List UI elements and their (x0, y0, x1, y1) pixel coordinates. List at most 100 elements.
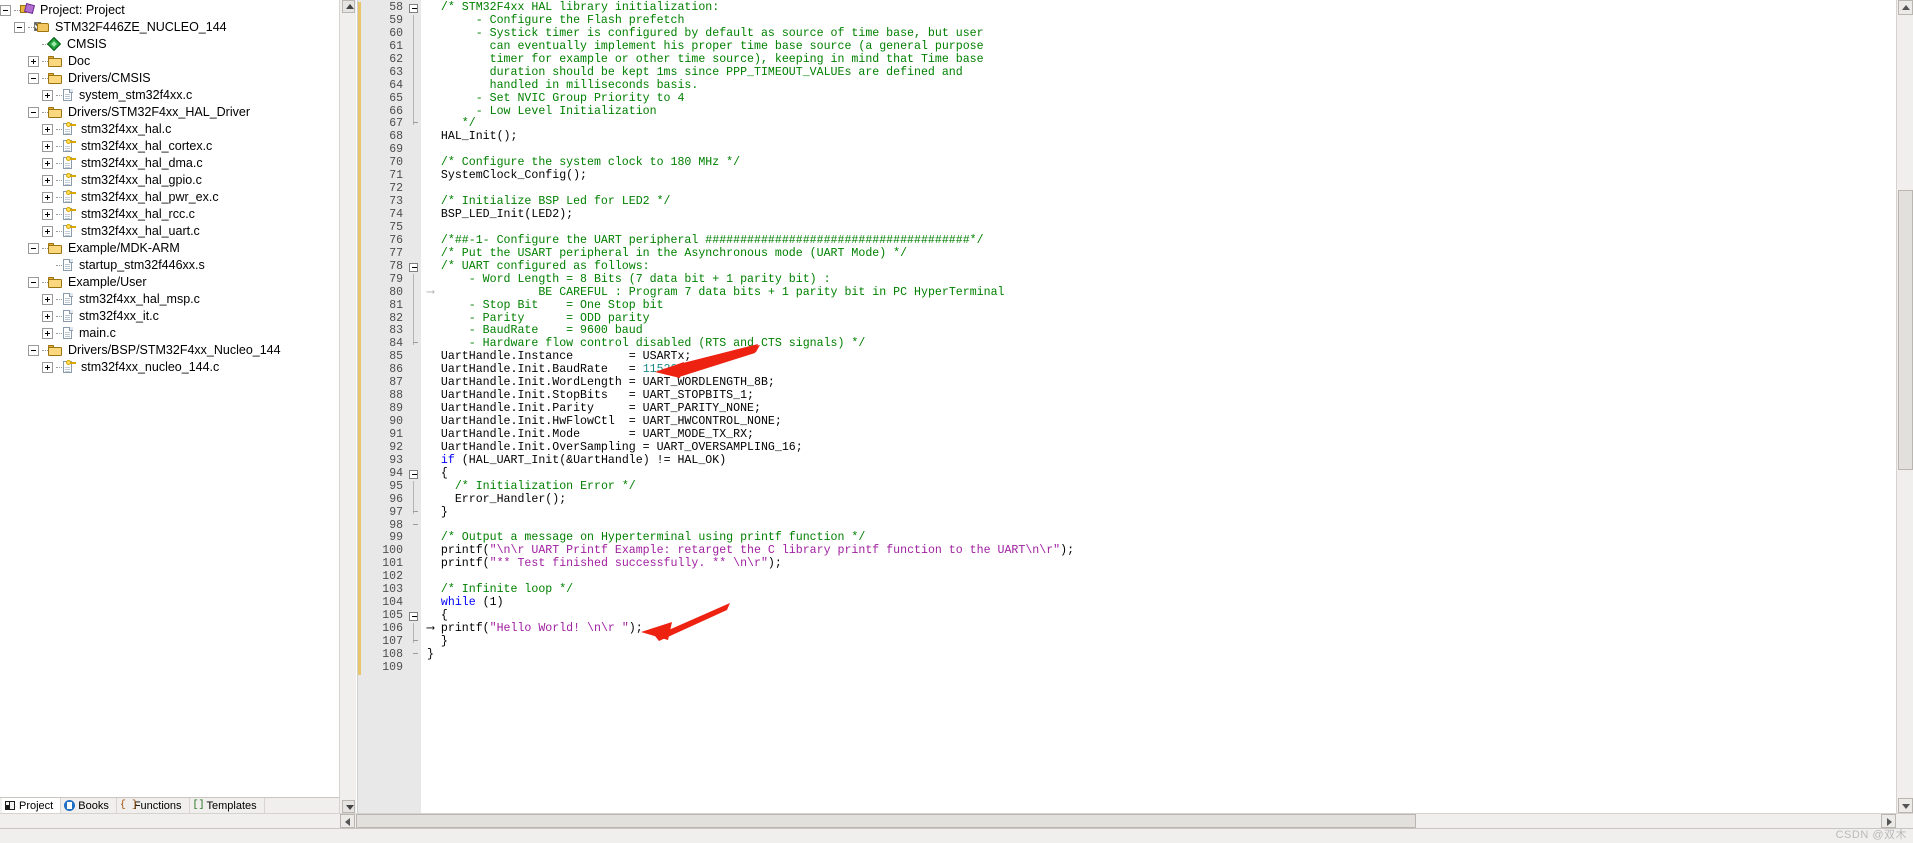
code-line[interactable]: - Parity = ODD parity (427, 312, 1896, 326)
tree-item[interactable]: main.c (0, 325, 339, 342)
tree-item[interactable]: stm32f4xx_hal_rcc.c (0, 206, 339, 223)
code-line[interactable]: ⟶ printf("Hello World! \n\r "); (427, 622, 1896, 636)
fold-cell[interactable] (407, 261, 421, 274)
code-line[interactable]: } (427, 648, 1896, 662)
code-line[interactable]: { (427, 467, 1896, 481)
code-line[interactable]: /* Configure the system clock to 180 MHz… (427, 156, 1896, 170)
tree-item[interactable]: stm32f4xx_hal_dma.c (0, 155, 339, 172)
tree-expand-icon[interactable] (42, 226, 53, 237)
code-folding-column[interactable] (407, 0, 421, 814)
editor-left-scrollbar[interactable] (340, 0, 357, 814)
code-line[interactable]: } (427, 635, 1896, 649)
code-line[interactable] (427, 571, 1896, 584)
vscroll-thumb[interactable] (1898, 190, 1913, 470)
tree-item[interactable]: Drivers/STM32F4xx_HAL_Driver (0, 104, 339, 121)
code-line[interactable]: /* Infinite loop */ (427, 583, 1896, 597)
tree-item[interactable]: stm32f4xx_hal_msp.c (0, 291, 339, 308)
tree-expand-icon[interactable] (42, 311, 53, 322)
fold-cell[interactable] (407, 610, 421, 623)
code-line[interactable]: BSP_LED_Init(LED2); (427, 208, 1896, 222)
tree-item[interactable]: stm32f4xx_hal_uart.c (0, 223, 339, 240)
tree-collapse-icon[interactable] (28, 243, 39, 254)
code-line[interactable]: /* Initialization Error */ (427, 480, 1896, 494)
tree-item[interactable]: STM32F446ZE_NUCLEO_144 (0, 19, 339, 36)
fold-cell[interactable] (407, 2, 421, 15)
tree-item[interactable]: startup_stm32f446xx.s (0, 257, 339, 274)
tree-item[interactable]: Example/User (0, 274, 339, 291)
tree-expand-icon[interactable] (42, 175, 53, 186)
tree-item[interactable]: stm32f4xx_it.c (0, 308, 339, 325)
tree-item[interactable]: stm32f4xx_hal_pwr_ex.c (0, 189, 339, 206)
tree-item[interactable]: stm32f4xx_hal.c (0, 121, 339, 138)
code-line[interactable] (427, 662, 1896, 675)
tree-expand-icon[interactable] (42, 294, 53, 305)
pane-tab-books[interactable]: Books (61, 798, 117, 814)
code-line[interactable]: printf("** Test finished successfully. *… (427, 557, 1896, 571)
tree-collapse-icon[interactable] (14, 22, 25, 33)
code-line[interactable]: HAL_Init(); (427, 130, 1896, 144)
code-line[interactable]: while (1) (427, 596, 1896, 610)
fold-cell (407, 558, 421, 571)
project-pane-tabstrip[interactable]: Project Books{ } Functions[] Templates (0, 797, 339, 814)
pane-tab-templates[interactable]: [] Templates (190, 798, 265, 814)
tree-item[interactable]: stm32f4xx_hal_cortex.c (0, 138, 339, 155)
fold-collapse-icon[interactable] (409, 612, 418, 622)
tree-expand-icon[interactable] (28, 56, 39, 67)
tree-item[interactable]: CMSIS (0, 36, 339, 53)
tree-item[interactable]: Project: Project (0, 2, 339, 19)
pane-tab-functions[interactable]: { } Functions (117, 798, 190, 814)
pane-tab-project[interactable]: Project (2, 798, 62, 814)
tree-collapse-icon[interactable] (28, 107, 39, 118)
project-tree[interactable]: Project: Project STM32F446ZE_NUCLEO_144 CM… (0, 0, 339, 797)
tree-collapse-icon[interactable] (28, 277, 39, 288)
fold-cell (407, 635, 421, 649)
code-line[interactable]: SystemClock_Config(); (427, 169, 1896, 183)
tree-expand-icon[interactable] (42, 141, 53, 152)
code-line[interactable]: Error_Handler(); (427, 493, 1896, 507)
code-line[interactable]: } (427, 506, 1896, 520)
code-line[interactable]: /* Initialize BSP Led for LED2 */ (427, 195, 1896, 209)
tree-item[interactable]: stm32f4xx_nucleo_144.c (0, 359, 339, 376)
tree-item[interactable]: Example/MDK-ARM (0, 240, 339, 257)
hscroll-left-button[interactable] (340, 814, 355, 829)
tree-item-label: Example/MDK-ARM (68, 241, 180, 255)
code-span: UartHandle.Init.Mode = UART_MODE_TX_RX; (427, 427, 754, 441)
editor-vertical-scrollbar[interactable] (1896, 0, 1913, 814)
tree-expand-icon[interactable] (42, 192, 53, 203)
vscroll-down-button[interactable] (1898, 798, 1913, 814)
code-line[interactable]: if (HAL_UART_Init(&UartHandle) != HAL_OK… (427, 454, 1896, 468)
tree-expand-icon[interactable] (42, 124, 53, 135)
tree-item[interactable]: stm32f4xx_hal_gpio.c (0, 172, 339, 189)
code-line[interactable]: - Low Level Initialization (427, 105, 1896, 119)
tree-expand-icon[interactable] (42, 158, 53, 169)
fold-line (413, 27, 414, 41)
tree-expand-icon[interactable] (42, 90, 53, 101)
tree-item[interactable]: system_stm32f4xx.c (0, 87, 339, 104)
tree-item[interactable]: Drivers/BSP/STM32F4xx_Nucleo_144 (0, 342, 339, 359)
fold-collapse-icon[interactable] (409, 262, 418, 272)
code-view[interactable]: 58 59 60 61 62 63 64 65 66 67 68 69 70 71 72 73 74 75 76 77… (357, 0, 1896, 814)
code-line[interactable]: */ (427, 117, 1896, 131)
fold-collapse-icon[interactable] (409, 469, 418, 479)
fold-cell (407, 144, 421, 157)
hscroll-thumb[interactable] (356, 814, 1416, 829)
code-line[interactable]: { (427, 609, 1896, 623)
vscroll-up-button[interactable] (1898, 0, 1913, 15)
editor-horizontal-scrollbar[interactable] (340, 814, 1913, 829)
scroll-up-button[interactable] (342, 0, 355, 13)
source-code-text[interactable]: /* STM32F4xx HAL library initialization:… (421, 0, 1896, 814)
fold-collapse-icon[interactable] (409, 4, 418, 13)
code-span: - Configure the Flash prefetch (427, 13, 685, 27)
tree-item[interactable]: Drivers/CMSIS (0, 70, 339, 87)
project-icon (20, 2, 36, 17)
tree-collapse-icon[interactable] (28, 345, 39, 356)
tree-collapse-icon[interactable] (28, 73, 39, 84)
code-span: HAL_Init(); (427, 130, 518, 144)
tree-expand-icon[interactable] (42, 209, 53, 220)
tree-item[interactable]: Doc (0, 53, 339, 70)
tree-expand-icon[interactable] (42, 328, 53, 339)
tree-collapse-icon[interactable] (0, 5, 11, 16)
scroll-down-button[interactable] (342, 800, 355, 814)
fold-cell[interactable] (407, 468, 421, 481)
tree-expand-icon[interactable] (42, 362, 53, 373)
